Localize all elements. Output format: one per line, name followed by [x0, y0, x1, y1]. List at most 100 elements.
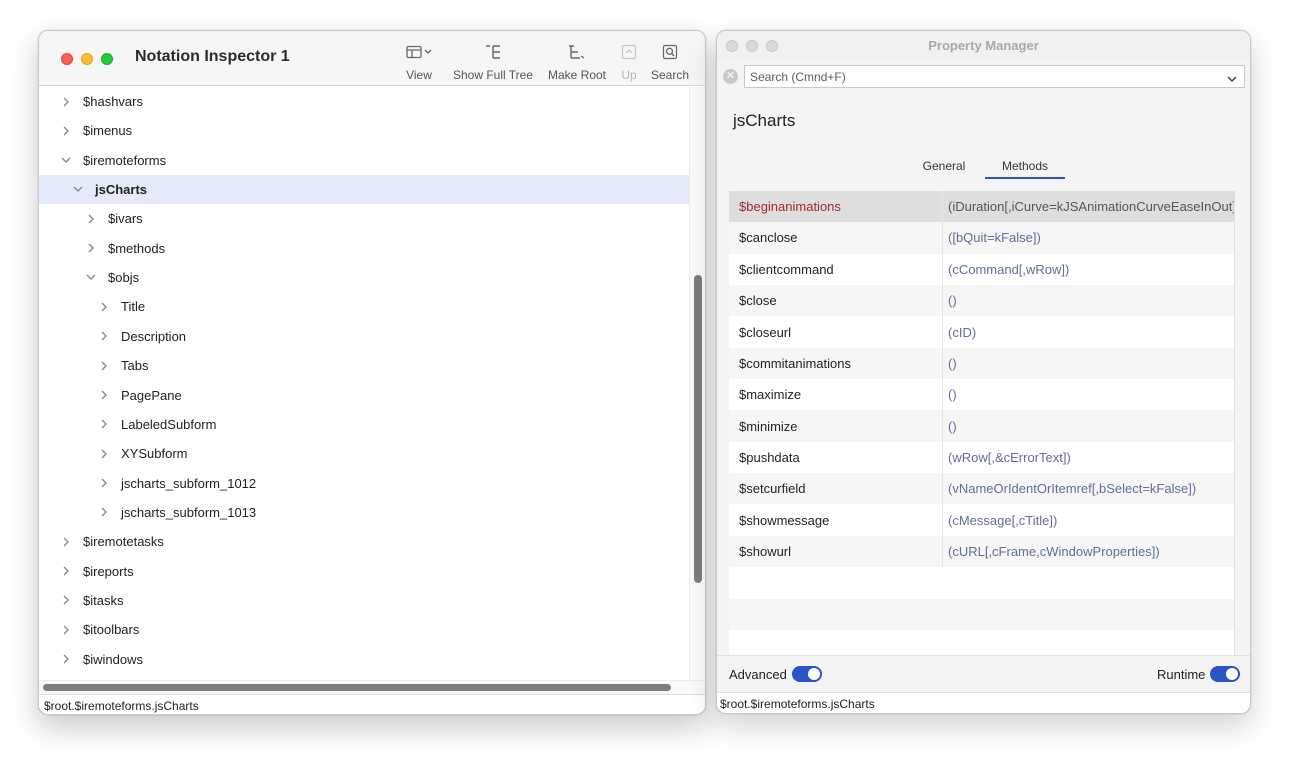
chevron-right-icon[interactable] — [59, 595, 73, 605]
tree-item-label: $methods — [108, 240, 166, 256]
chevron-right-icon[interactable] — [97, 419, 111, 429]
method-row[interactable]: $minimize() — [729, 410, 1234, 442]
up-button[interactable]: Up — [615, 41, 643, 82]
tree-row[interactable]: $ireports — [39, 557, 689, 586]
chevron-right-icon[interactable] — [59, 97, 73, 107]
chevron-right-icon[interactable] — [97, 302, 111, 312]
tree-row[interactable]: $itasks — [39, 586, 689, 615]
tree-row[interactable]: XYSubform — [39, 439, 689, 468]
method-signature[interactable]: () — [943, 285, 1234, 316]
method-row[interactable]: $showmessage (cMessage[,cTitle]) — [729, 504, 1234, 536]
tree-item-label: $iremotetasks — [83, 534, 164, 550]
method-row[interactable]: $commitanimations() — [729, 347, 1234, 380]
method-row[interactable]: $closeurl (cID) — [729, 316, 1234, 348]
tree-item-label: $itasks — [83, 592, 124, 608]
method-row[interactable]: $showurl (cURL[,cFrame,cWindowProperties]… — [729, 535, 1234, 568]
tree-item-label: $ireports — [83, 563, 134, 579]
tab-general[interactable]: General — [919, 159, 969, 179]
tree-item-label: PagePane — [121, 387, 182, 403]
tree-horizontal-scrollbar[interactable] — [39, 680, 705, 694]
method-signature[interactable]: () — [943, 348, 1234, 379]
chevron-right-icon[interactable] — [97, 449, 111, 459]
empty-grid-row — [729, 567, 1234, 598]
method-signature[interactable]: (vNameOrIdentOrItemref[,bSelect=kFalse]) — [943, 473, 1234, 504]
tree-row[interactable]: LabeledSubform — [39, 410, 689, 439]
search-button[interactable]: Search — [649, 41, 691, 82]
chevron-right-icon[interactable] — [84, 243, 98, 253]
tree-vertical-scrollbar[interactable] — [689, 87, 705, 680]
tree-item-label: Description — [121, 328, 187, 344]
chevron-right-icon[interactable] — [97, 331, 111, 341]
chevron-down-icon[interactable] — [84, 274, 98, 281]
method-row[interactable]: $setcurfield (vNameOrIdentOrItemref[,bSel… — [729, 473, 1234, 505]
tree-item-label: $iwindows — [83, 651, 143, 667]
chevron-right-icon[interactable] — [97, 507, 111, 517]
tree-item-label: $ivars — [108, 211, 143, 227]
show-full-tree-button[interactable]: Show Full Tree — [449, 41, 537, 82]
method-row[interactable]: $clientcommand (cCommand[,wRow]) — [729, 253, 1234, 285]
vertical-scroll-thumb[interactable] — [694, 275, 702, 583]
method-row[interactable]: $close() — [729, 285, 1234, 317]
method-name: $clientcommand — [729, 253, 943, 285]
clear-search-icon[interactable]: ✕ — [723, 69, 738, 84]
chevron-right-icon[interactable] — [84, 214, 98, 224]
method-row[interactable]: $pushdata (wRow[,&cErrorText]) — [729, 441, 1234, 474]
up-label: Up — [621, 68, 637, 82]
chevron-right-icon[interactable] — [59, 537, 73, 547]
method-signature[interactable]: (cURL[,cFrame,cWindowProperties]) — [943, 536, 1234, 567]
chevron-right-icon[interactable] — [59, 654, 73, 664]
method-signature[interactable]: (wRow[,&cErrorText]) — [943, 442, 1234, 473]
minimize-window-button[interactable] — [81, 53, 93, 65]
chevron-right-icon[interactable] — [59, 126, 73, 136]
tree-row[interactable]: Tabs — [39, 351, 689, 380]
zoom-window-button[interactable] — [101, 53, 113, 65]
method-signature[interactable]: (cMessage[,cTitle]) — [943, 505, 1234, 536]
close-window-button[interactable] — [61, 53, 73, 65]
make-root-icon — [545, 41, 609, 63]
method-signature[interactable]: (cID) — [943, 316, 1234, 347]
inspector-status-path: $root.$iremoteforms.jsCharts — [39, 694, 705, 714]
property-search-input[interactable] — [744, 65, 1245, 88]
chevron-down-icon[interactable] — [59, 157, 73, 164]
tree-row[interactable]: Title — [39, 292, 689, 321]
chevron-right-icon[interactable] — [97, 478, 111, 488]
tree-row[interactable]: jsCharts — [39, 175, 689, 205]
tree-row[interactable]: $iremotetasks — [39, 527, 689, 556]
make-root-button[interactable]: Make Root — [545, 41, 609, 82]
tree-row[interactable]: $itoolbars — [39, 615, 689, 644]
method-signature[interactable]: ([bQuit=kFalse]) — [943, 222, 1234, 253]
method-signature[interactable]: () — [943, 410, 1234, 441]
chevron-right-icon[interactable] — [97, 390, 111, 400]
methods-grid: $beginanimations (iDuration[,iCurve=kJSAn… — [729, 191, 1235, 655]
advanced-toggle[interactable] — [791, 666, 822, 682]
tree-row[interactable]: jscharts_subform_1012 — [39, 469, 689, 498]
view-button[interactable]: View — [399, 41, 439, 82]
chevron-right-icon[interactable] — [59, 625, 73, 635]
method-signature[interactable]: () — [943, 379, 1234, 410]
tree-row[interactable]: $iwindows — [39, 645, 689, 674]
method-row[interactable]: $maximize() — [729, 379, 1234, 411]
tree-row[interactable]: $iremoteforms — [39, 146, 689, 175]
chevron-right-icon[interactable] — [59, 566, 73, 576]
method-signature[interactable]: (iDuration[,iCurve=kJSAnimationCurveEase… — [943, 191, 1234, 222]
chevron-down-icon[interactable] — [71, 186, 85, 193]
tree-row[interactable]: PagePane — [39, 381, 689, 410]
tree-row[interactable]: Description — [39, 322, 689, 351]
horizontal-scroll-thumb[interactable] — [43, 684, 671, 691]
method-name: $setcurfield — [729, 473, 943, 505]
tree-row[interactable]: $methods — [39, 234, 689, 263]
tree-row[interactable]: $ivars — [39, 204, 689, 233]
tree-row[interactable]: $imenus — [39, 116, 689, 145]
method-row[interactable]: $canclose ([bQuit=kFalse]) — [729, 222, 1234, 254]
method-signature[interactable]: (cCommand[,wRow]) — [943, 254, 1234, 285]
tree-row[interactable]: $objs — [39, 263, 689, 292]
up-arrow-icon — [615, 41, 643, 63]
runtime-toggle[interactable] — [1210, 666, 1241, 682]
tree-row[interactable]: $hashvars — [39, 87, 689, 116]
chevron-down-icon[interactable] — [1227, 71, 1237, 86]
chevron-right-icon[interactable] — [97, 361, 111, 371]
method-row[interactable]: $beginanimations (iDuration[,iCurve=kJSAn… — [729, 191, 1234, 223]
method-name: $canclose — [729, 222, 943, 254]
tree-row[interactable]: jscharts_subform_1013 — [39, 498, 689, 527]
tab-methods[interactable]: Methods — [985, 159, 1065, 179]
